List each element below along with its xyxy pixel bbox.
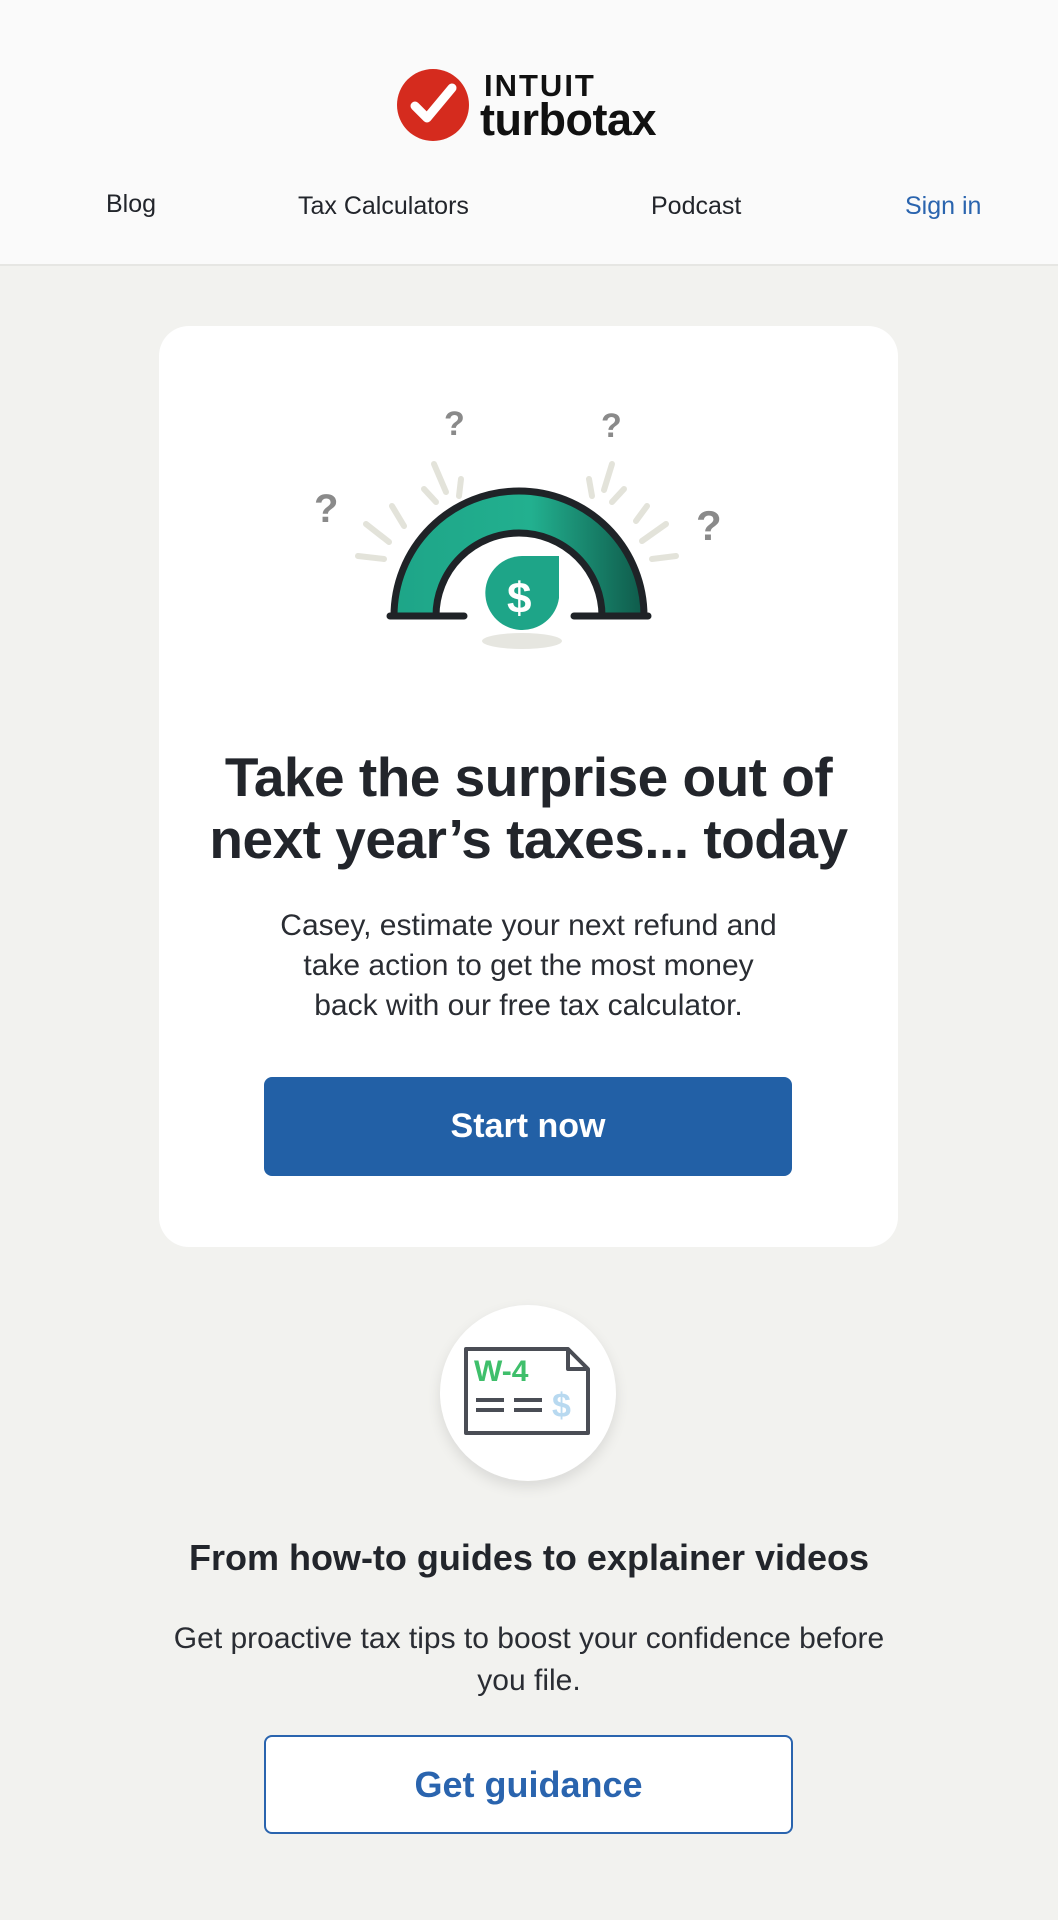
get-guidance-button[interactable]: Get guidance — [264, 1735, 793, 1834]
dollar-icon: $ — [507, 574, 531, 623]
guidance-description: Get proactive tax tips to boost your con… — [173, 1622, 885, 1697]
guidance-title: From how-to guides to explainer videos — [188, 1537, 870, 1578]
nav-podcast-link[interactable]: Podcast — [651, 190, 741, 222]
svg-text:W-4: W-4 — [474, 1355, 529, 1388]
w4-document-icon: W-4 $ — [464, 1347, 590, 1435]
sign-in-link[interactable]: Sign in — [905, 190, 981, 222]
logo-turbotax-text: turbotax — [480, 94, 657, 145]
nav-tax-calculators-link[interactable]: Tax Calculators — [298, 190, 469, 222]
turbotax-logo[interactable]: INTUIT turbotax — [396, 68, 666, 144]
start-now-button[interactable]: Start now — [264, 1077, 792, 1176]
hero-description: Casey, estimate your next refund and tak… — [280, 909, 777, 1022]
question-mark-icon: ? — [696, 502, 722, 549]
nav-blog-link[interactable]: Blog — [106, 188, 156, 220]
svg-text:$: $ — [552, 1387, 571, 1425]
top-header: INTUIT turbotax Blog Tax Calculators Pod… — [0, 0, 1058, 266]
question-mark-icon: ? — [601, 407, 622, 445]
refund-gauge-illustration: ? ? ? ? $ — [314, 406, 722, 649]
question-mark-icon: ? — [314, 487, 338, 531]
checkmark-logo-icon — [397, 69, 469, 141]
question-mark-icon: ? — [444, 406, 465, 443]
hero-card: ? ? ? ? $ Take the surprise out of next … — [159, 326, 898, 1247]
w4-form-icon-badge: W-4 $ — [440, 1305, 616, 1481]
hero-title: Take the surprise out of next year’s tax… — [209, 746, 848, 870]
